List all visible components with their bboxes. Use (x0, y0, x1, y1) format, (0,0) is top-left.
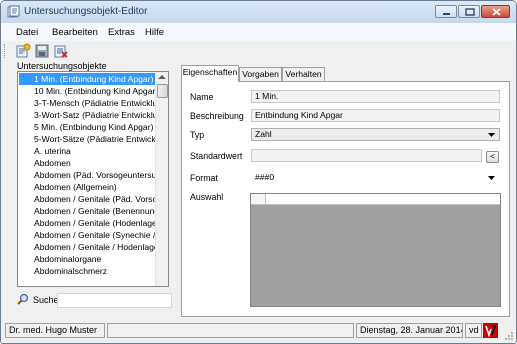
maximize-icon (465, 8, 475, 16)
name-label: Name (190, 92, 214, 102)
list-item[interactable]: 10 Min. (Entbindung Kind Apgar) (19, 85, 157, 97)
list-item[interactable]: Abdominalorgane (19, 253, 157, 265)
default-label: Standardwert (190, 151, 243, 161)
delete-icon[interactable] (53, 43, 69, 59)
chevron-down-icon (488, 133, 495, 137)
objects-list[interactable]: 1 Min. (Entbindung Kind Apgar) 10 Min. (… (17, 71, 169, 287)
list-item[interactable]: 1 Min. (Entbindung Kind Apgar) (19, 73, 157, 85)
chevron-down-icon (488, 176, 495, 180)
properties-panel: Name 1 Min. Beschreibung Entbindung Kind… (181, 81, 510, 317)
maximize-button[interactable] (458, 5, 480, 18)
minimize-button[interactable] (435, 5, 457, 18)
toolbar-grip[interactable] (4, 44, 8, 58)
search-label: Suche (33, 295, 59, 305)
editor-window: Untersuchungsobjekt-Editor Datei Bearbei… (0, 0, 517, 344)
tab-eigenschaften[interactable]: Eigenschaften (181, 65, 239, 82)
search-icon (17, 293, 29, 305)
list-item[interactable]: Abdomen (19, 157, 157, 169)
status-date: Dienstag, 28. Januar 2014 (356, 323, 463, 338)
status-message (107, 323, 354, 338)
selection-label: Auswahl (190, 192, 224, 202)
app-logo-icon (483, 323, 498, 338)
tab-vorgaben[interactable]: Vorgaben (239, 67, 282, 81)
title-bar[interactable]: Untersuchungsobjekt-Editor (1, 1, 516, 23)
list-item[interactable]: Abdomen / Genitale (Benennung) (19, 205, 157, 217)
resize-grip-icon[interactable] (504, 331, 514, 341)
scroll-up-icon[interactable] (158, 74, 166, 80)
menu-bearbeiten[interactable]: Bearbeiten (52, 27, 98, 38)
type-label: Typ (190, 130, 205, 140)
window-title: Untersuchungsobjekt-Editor (24, 6, 148, 17)
type-select-value: Zahl (255, 129, 272, 139)
tab-verhalten[interactable]: Verhalten (282, 67, 325, 81)
format-select-value: ###0 (255, 172, 275, 182)
grid-corner-cell[interactable] (251, 194, 266, 205)
menu-extras[interactable]: Extras (108, 27, 135, 38)
menu-bar: Datei Bearbeiten Extras Hilfe (1, 23, 516, 41)
objects-list-label: Untersuchungsobjekte (17, 61, 107, 71)
list-item[interactable]: Abdomen / Genitale (Päd. Vorsorge) (19, 193, 157, 205)
menu-datei[interactable]: Datei (16, 27, 38, 38)
list-item[interactable]: 5-Wort-Sätze (Pädiatrie Entwicklung) (19, 133, 157, 145)
add-icon[interactable] (15, 43, 31, 59)
close-icon (492, 8, 501, 16)
list-item[interactable]: Abdomen (Päd. Vorsogeuntersuchung) (19, 169, 157, 181)
toolbar (1, 41, 516, 61)
status-user: Dr. med. Hugo Muster (5, 323, 105, 338)
list-item[interactable]: 3-Wort-Satz (Pädiatrie Entwicklung) (19, 109, 157, 121)
format-select[interactable]: ###0 (251, 171, 500, 184)
list-item[interactable]: 3-T-Mensch (Pädiatrie Entwicklung) (19, 97, 157, 109)
format-label: Format (190, 173, 218, 183)
name-field[interactable]: 1 Min. (251, 90, 500, 103)
status-code: vd (465, 323, 482, 338)
list-item[interactable]: Abdomen / Genitale / Hodenlage (19, 241, 157, 253)
grid-header[interactable] (266, 194, 500, 205)
minimize-icon (443, 13, 450, 15)
search-input[interactable] (57, 293, 172, 308)
list-scrollbar[interactable] (155, 72, 168, 286)
list-item[interactable]: A. uterina (19, 145, 157, 157)
list-item[interactable]: Abdomen / Genitale (Synechie / ...) (19, 229, 157, 241)
app-icon (7, 5, 20, 18)
list-item[interactable]: Abdomen / Genitale (Hodenlage...) (19, 217, 157, 229)
description-field[interactable]: Entbindung Kind Apgar (251, 109, 500, 122)
menu-hilfe[interactable]: Hilfe (145, 27, 164, 38)
type-select[interactable]: Zahl (251, 128, 500, 141)
default-insert-button[interactable]: < (486, 151, 499, 163)
scroll-thumb[interactable] (157, 84, 168, 98)
list-item[interactable]: Abdominalschmerz (19, 265, 157, 277)
status-bar: Dr. med. Hugo Muster Dienstag, 28. Janua… (1, 320, 516, 343)
close-button[interactable] (481, 5, 510, 18)
save-icon[interactable] (34, 43, 50, 59)
description-label: Beschreibung (190, 111, 244, 121)
selection-grid[interactable] (250, 193, 501, 307)
default-field[interactable] (251, 149, 482, 162)
list-item[interactable]: Abdomen (Allgemein) (19, 181, 157, 193)
list-item[interactable]: 5 Min. (Entbindung Kind Apgar) (19, 121, 157, 133)
